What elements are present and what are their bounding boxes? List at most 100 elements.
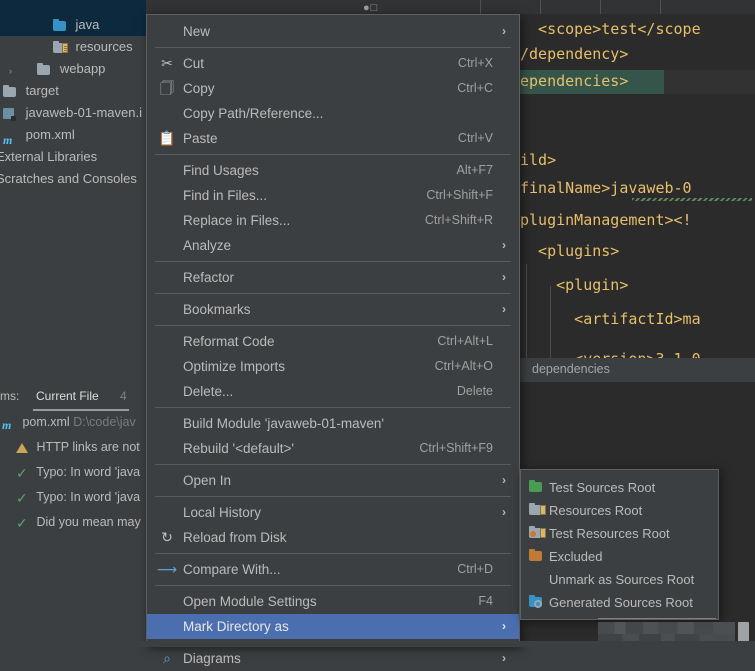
caret-line-highlight — [664, 70, 755, 94]
submenu-item-test-resources-root[interactable]: Test Resources Root — [521, 522, 718, 545]
submenu-item-excluded[interactable]: Excluded — [521, 545, 718, 568]
menu-shortcut: Ctrl+X — [457, 56, 493, 70]
menu-item-rebuild[interactable]: Rebuild '<default>' Ctrl+Shift+F9 — [147, 436, 519, 461]
menu-label: Build Module 'javaweb-01-maven' — [183, 416, 385, 431]
typo-check-icon: ✓ — [16, 515, 28, 531]
menu-separator — [155, 154, 511, 155]
toolbar-icons[interactable]: ●□ — [363, 2, 378, 14]
toolbar-divider-1 — [480, 0, 481, 14]
menu-item-delete[interactable]: Delete... Delete — [147, 379, 519, 404]
menu-item-reformat-code[interactable]: Reformat Code Ctrl+Alt+L — [147, 329, 519, 354]
problem-text: Typo: In word 'java — [36, 490, 141, 504]
problem-item-did-you-mean[interactable]: ✓ Did you mean may — [0, 510, 146, 535]
menu-label: Paste — [183, 131, 218, 146]
problems-file-path: D:\code\jav — [73, 415, 136, 429]
menu-label: Diagrams — [183, 651, 241, 666]
folder-orange-icon — [527, 545, 545, 568]
menu-shortcut: Alt+F7 — [456, 163, 493, 177]
tree-row-java[interactable]: java — [0, 14, 146, 36]
toolbar-divider-2 — [540, 0, 541, 14]
tree-label: pom.xml — [25, 127, 75, 142]
menu-item-build-module[interactable]: Build Module 'javaweb-01-maven' — [147, 411, 519, 436]
menu-label: Replace in Files... — [183, 213, 291, 228]
submenu-item-unmark-as-sources-root[interactable]: Unmark as Sources Root — [521, 568, 718, 591]
tree-label: webapp — [59, 61, 106, 76]
menu-item-analyze[interactable]: Analyze › — [147, 233, 519, 258]
menu-item-local-history[interactable]: Local History › — [147, 500, 519, 525]
menu-item-new[interactable]: New › — [147, 19, 519, 44]
menu-separator — [155, 464, 511, 465]
problems-count: 4 — [120, 389, 127, 403]
menu-item-replace-in-files[interactable]: Replace in Files... Ctrl+Shift+R — [147, 208, 519, 233]
menu-shortcut: Delete — [456, 384, 493, 398]
menu-item-reload-from-disk[interactable]: ↻ Reload from Disk — [147, 525, 519, 550]
editor-lower-strip — [520, 382, 755, 414]
tree-label: java — [75, 17, 100, 32]
status-divider — [598, 618, 716, 619]
submenu-label: Resources Root — [549, 503, 643, 518]
tree-row-resources[interactable]: resources — [0, 36, 146, 58]
menu-item-optimize-imports[interactable]: Optimize Imports Ctrl+Alt+O — [147, 354, 519, 379]
code-line: <plugins> — [520, 242, 620, 260]
tree-row-webapp[interactable]: › webapp — [0, 58, 146, 80]
tree-row-external-libraries[interactable]: External Libraries — [0, 146, 146, 168]
problem-item-typo-2[interactable]: ✓ Typo: In word 'java — [0, 485, 146, 510]
menu-label: Find in Files... — [183, 188, 268, 203]
menu-item-compare-with[interactable]: ⟶ Compare With... Ctrl+D — [147, 557, 519, 582]
menu-item-open-in[interactable]: Open In › — [147, 468, 519, 493]
mark-directory-submenu[interactable]: Test Sources Root Resources Root Test Re… — [520, 469, 719, 620]
tree-label: target — [25, 83, 59, 98]
menu-item-open-module-settings[interactable]: Open Module Settings F4 — [147, 589, 519, 614]
problem-item-typo-1[interactable]: ✓ Typo: In word 'java — [0, 460, 146, 485]
menu-label: Find Usages — [183, 163, 259, 178]
diagram-icon: ⌕ — [163, 650, 171, 666]
menu-item-refactor[interactable]: Refactor › — [147, 265, 519, 290]
folder-green-icon — [527, 476, 545, 499]
problem-text: Did you mean may — [36, 515, 141, 529]
project-tree[interactable]: java resources › webapp target javaweb-0… — [0, 14, 146, 384]
tree-row-target[interactable]: target — [0, 80, 146, 102]
folder-resources-icon — [52, 41, 68, 54]
menu-label: Copy Path/Reference... — [183, 106, 324, 121]
editor-breadcrumb[interactable]: dependencies — [520, 358, 755, 382]
menu-item-bookmarks[interactable]: Bookmarks › — [147, 297, 519, 322]
chevron-right-icon: › — [502, 24, 506, 38]
tree-row-scratches-consoles[interactable]: Scratches and Consoles — [0, 168, 146, 190]
module-iml-icon — [2, 107, 18, 121]
menu-item-find-usages[interactable]: Find Usages Alt+F7 — [147, 158, 519, 183]
problems-file-name: pom.xml — [22, 415, 70, 429]
tab-current-file[interactable]: Current File — [36, 389, 99, 403]
submenu-item-resources-root[interactable]: Resources Root — [521, 499, 718, 522]
problem-item-http-links[interactable]: HTTP links are not — [0, 435, 146, 460]
menu-label: Bookmarks — [183, 302, 251, 317]
menu-item-paste[interactable]: 📋 Paste Ctrl+V — [147, 126, 519, 151]
context-menu[interactable]: New › ✂ Cut Ctrl+X 🗍 Copy Ctrl+C Copy Pa… — [146, 14, 520, 666]
menu-item-diagrams[interactable]: ⌕ Diagrams › — [147, 646, 519, 671]
menu-label: Copy — [183, 81, 215, 96]
toolbar-divider-4 — [660, 0, 661, 14]
refresh-icon: ↻ — [161, 529, 173, 545]
menu-item-find-in-files[interactable]: Find in Files... Ctrl+Shift+F — [147, 183, 519, 208]
menu-shortcut: Ctrl+Shift+F — [426, 188, 493, 202]
menu-separator — [155, 496, 511, 497]
menu-item-mark-directory-as[interactable]: Mark Directory as › — [147, 614, 519, 639]
submenu-item-generated-sources-root[interactable]: Generated Sources Root — [521, 591, 718, 614]
menu-item-cut[interactable]: ✂ Cut Ctrl+X — [147, 51, 519, 76]
ide-window: ●□ java resources › webapp target javawe… — [0, 0, 755, 666]
submenu-label: Test Resources Root — [549, 526, 670, 541]
submenu-item-test-sources-root[interactable]: Test Sources Root — [521, 476, 718, 499]
menu-label: Refactor — [183, 270, 235, 285]
chevron-right-icon: › — [502, 238, 506, 252]
tree-row-pom-xml[interactable]: m pom.xml — [0, 124, 146, 147]
menu-item-copy[interactable]: 🗍 Copy Ctrl+C — [147, 76, 519, 101]
chevron-right-icon[interactable]: › — [4, 60, 17, 82]
folder-gray-icon — [36, 63, 52, 76]
menu-item-copy-path-reference[interactable]: Copy Path/Reference... — [147, 101, 519, 126]
maven-xml-icon: m — [3, 133, 13, 147]
paste-icon: 📋 — [158, 130, 176, 146]
problems-file-row[interactable]: m pom.xml D:\code\jav — [0, 410, 146, 435]
scrollbar-thumb[interactable] — [738, 622, 749, 642]
menu-label: Mark Directory as — [183, 619, 289, 634]
tree-row-module-iml[interactable]: javaweb-01-maven.i — [0, 102, 146, 124]
chevron-right-icon: › — [502, 302, 506, 316]
